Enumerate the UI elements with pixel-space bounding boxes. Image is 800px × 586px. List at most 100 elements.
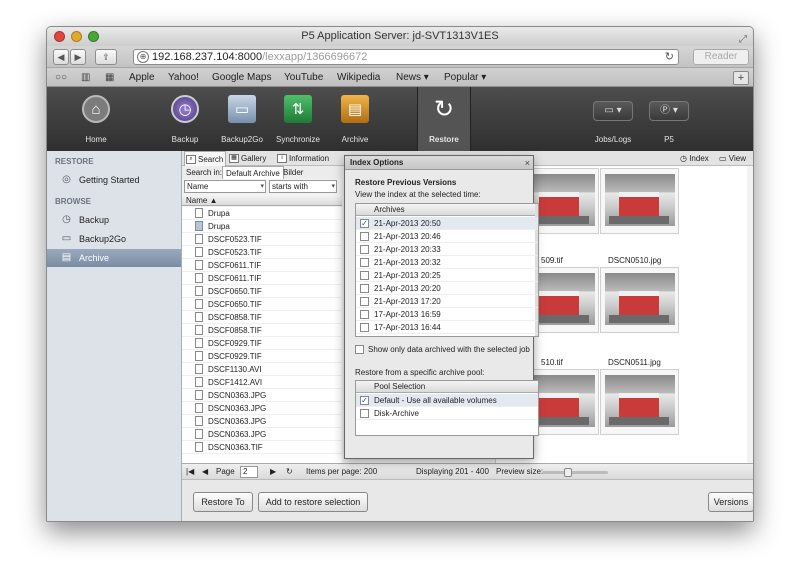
- bookmark-youtube[interactable]: YouTube: [284, 69, 323, 87]
- file-row[interactable]: DSCF0858.TIF: [182, 324, 342, 337]
- nav-home[interactable]: ⌂ Home: [71, 87, 121, 151]
- file-row[interactable]: DSCN0363.TIF: [182, 441, 342, 454]
- view-toggle[interactable]: ▭ View: [719, 151, 746, 166]
- row-checkbox[interactable]: [360, 284, 369, 293]
- only-data-checkbox[interactable]: [355, 345, 364, 354]
- archive-row[interactable]: 21-Apr-2013 20:33: [356, 243, 538, 256]
- file-row[interactable]: DSCF0611.TIF: [182, 259, 342, 272]
- bookmark-news[interactable]: News ▾: [396, 69, 429, 87]
- bookmark-wikipedia[interactable]: Wikipedia: [337, 69, 380, 87]
- bookmark-apple[interactable]: Apple: [129, 69, 155, 87]
- archive-row[interactable]: 21-Apr-2013 20:25: [356, 269, 538, 282]
- reader-button[interactable]: Reader: [693, 49, 749, 65]
- nav-backup[interactable]: ◷ Backup: [160, 87, 210, 151]
- close-window-button[interactable]: [54, 31, 65, 42]
- minimize-window-button[interactable]: [71, 31, 82, 42]
- file-row[interactable]: DSCF0929.TIF: [182, 350, 342, 363]
- archive-row[interactable]: 17-Apr-2013 16:59: [356, 308, 538, 321]
- file-row[interactable]: Drupa: [182, 220, 342, 233]
- search-in-default-archive[interactable]: Default Archive: [222, 166, 284, 179]
- file-row[interactable]: DSCN0363.JPG: [182, 402, 342, 415]
- top-sites-grid-icon[interactable]: ▦: [105, 69, 114, 87]
- nav-backup2go[interactable]: ▭ Backup2Go: [217, 87, 267, 151]
- address-bar[interactable]: ⊕ 192.168.237.104:8000/lexxapp/136669667…: [133, 49, 679, 65]
- nav-restore[interactable]: ↻ Restore: [417, 87, 471, 151]
- sidebar-item-archive[interactable]: ▤ Archive: [47, 249, 181, 267]
- versions-button[interactable]: Versions: [708, 492, 753, 512]
- row-checkbox[interactable]: [360, 310, 369, 319]
- tab-search[interactable]: ⌕ Search: [184, 151, 226, 166]
- bookmarks-book-icon[interactable]: ▥: [81, 69, 90, 87]
- file-row[interactable]: DSCF0650.TIF: [182, 285, 342, 298]
- page-input[interactable]: 2: [240, 466, 258, 478]
- file-row[interactable]: DSCN0363.JPG: [182, 428, 342, 441]
- row-checkbox[interactable]: [360, 409, 369, 418]
- index-toggle[interactable]: ◷ Index: [680, 151, 709, 166]
- only-data-checkbox-row[interactable]: Show only data archived with the selecte…: [355, 344, 530, 356]
- file-row[interactable]: DSCN0363.JPG: [182, 415, 342, 428]
- gallery-thumb[interactable]: [600, 369, 679, 435]
- row-checkbox[interactable]: ✓: [360, 396, 369, 405]
- archive-row[interactable]: 21-Apr-2013 17:20: [356, 295, 538, 308]
- row-checkbox[interactable]: [360, 245, 369, 254]
- archive-row[interactable]: 21-Apr-2013 20:32: [356, 256, 538, 269]
- pool-row[interactable]: Disk-Archive: [356, 407, 538, 420]
- back-arrow-icon: ◀: [57, 52, 65, 62]
- row-checkbox[interactable]: [360, 297, 369, 306]
- archive-row[interactable]: 21-Apr-2013 20:46: [356, 230, 538, 243]
- nav-synchronize[interactable]: ⇅ Synchronize: [273, 87, 323, 151]
- next-page-icon[interactable]: ▶: [270, 464, 276, 480]
- bookmark-yahoo[interactable]: Yahoo!: [168, 69, 199, 87]
- file-row[interactable]: Drupa: [182, 207, 342, 220]
- bookmark-google-maps[interactable]: Google Maps: [212, 69, 271, 87]
- file-list-header[interactable]: Name ▲: [182, 195, 342, 206]
- row-checkbox[interactable]: [360, 258, 369, 267]
- close-icon[interactable]: ×: [525, 156, 530, 170]
- file-row[interactable]: DSCF0929.TIF: [182, 337, 342, 350]
- file-row[interactable]: DSCF0650.TIF: [182, 298, 342, 311]
- gallery-thumb[interactable]: [600, 267, 679, 333]
- file-row[interactable]: DSCF0858.TIF: [182, 311, 342, 324]
- tab-information[interactable]: i Information: [276, 151, 336, 166]
- new-tab-plus-icon[interactable]: +: [733, 71, 749, 85]
- row-checkbox[interactable]: [360, 232, 369, 241]
- nav-p5[interactable]: P5: [644, 87, 694, 151]
- gallery-thumb[interactable]: [600, 168, 679, 234]
- back-button[interactable]: ◀: [53, 49, 69, 65]
- sidebar-item-getting-started[interactable]: ◎ Getting Started: [47, 171, 181, 189]
- bookmark-popular[interactable]: Popular ▾: [444, 69, 486, 87]
- archive-row[interactable]: 17-Apr-2013 16:44: [356, 321, 538, 334]
- row-checkbox[interactable]: [360, 271, 369, 280]
- search-in-bilder[interactable]: Bilder: [283, 166, 303, 179]
- forward-button[interactable]: ▶: [70, 49, 86, 65]
- archive-row[interactable]: 21-Apr-2013 20:20: [356, 282, 538, 295]
- file-row[interactable]: DSCF0523.TIF: [182, 233, 342, 246]
- prev-page-icon[interactable]: ◀: [202, 464, 208, 480]
- sidebar-item-backup[interactable]: ◷ Backup: [47, 211, 181, 229]
- refresh-icon[interactable]: ↻: [286, 464, 293, 480]
- reading-list-icon[interactable]: ○○: [55, 69, 67, 87]
- preview-size-slider[interactable]: [542, 468, 608, 477]
- field-select[interactable]: Name ▾: [184, 180, 266, 193]
- share-button[interactable]: ⇪: [95, 49, 117, 65]
- slider-handle[interactable]: [564, 468, 572, 477]
- pool-row[interactable]: ✓ Default - Use all available volumes: [356, 394, 538, 407]
- archive-row[interactable]: ✓ 21-Apr-2013 20:50: [356, 217, 538, 230]
- sidebar-item-backup2go[interactable]: ▭ Backup2Go: [47, 230, 181, 248]
- first-page-icon[interactable]: |◀: [186, 464, 194, 480]
- file-row[interactable]: DSCN0363.JPG: [182, 389, 342, 402]
- add-to-restore-selection-button[interactable]: Add to restore selection: [258, 492, 368, 512]
- file-row[interactable]: DSCF1412.AVI: [182, 376, 342, 389]
- zoom-window-button[interactable]: [88, 31, 99, 42]
- file-row[interactable]: DSCF1130.AVI: [182, 363, 342, 376]
- reload-icon[interactable]: ↻: [665, 50, 674, 64]
- nav-jobs-logs[interactable]: Jobs/Logs: [588, 87, 638, 151]
- operator-select[interactable]: starts with ▾: [269, 180, 337, 193]
- row-checkbox[interactable]: ✓: [360, 219, 369, 228]
- tab-gallery[interactable]: ▦ Gallery: [228, 151, 274, 166]
- nav-archive[interactable]: ▤ Archive: [330, 87, 380, 151]
- file-row[interactable]: DSCF0611.TIF: [182, 272, 342, 285]
- row-checkbox[interactable]: [360, 323, 369, 332]
- file-row[interactable]: DSCF0523.TIF: [182, 246, 342, 259]
- restore-to-button[interactable]: Restore To: [193, 492, 253, 512]
